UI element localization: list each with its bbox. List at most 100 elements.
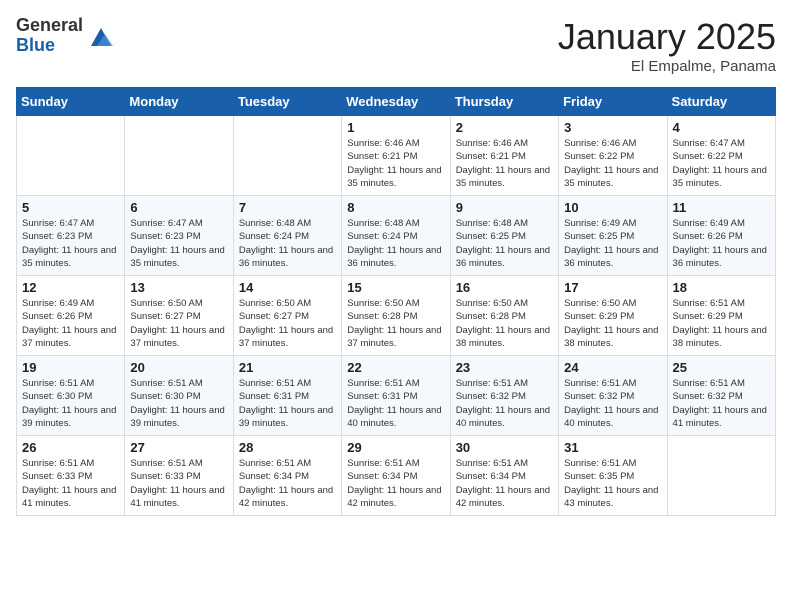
header-sunday: Sunday — [17, 88, 125, 116]
calendar-cell: 19 Sunrise: 6:51 AM Sunset: 6:30 PM Dayli… — [17, 356, 125, 436]
week-row-4: 19 Sunrise: 6:51 AM Sunset: 6:30 PM Dayli… — [17, 356, 776, 436]
day-number: 28 — [239, 440, 336, 455]
calendar-cell: 1 Sunrise: 6:46 AM Sunset: 6:21 PM Daylig… — [342, 116, 450, 196]
week-row-3: 12 Sunrise: 6:49 AM Sunset: 6:26 PM Dayli… — [17, 276, 776, 356]
day-number: 18 — [673, 280, 770, 295]
day-info: Sunrise: 6:49 AM Sunset: 6:25 PM Dayligh… — [564, 217, 661, 270]
day-number: 14 — [239, 280, 336, 295]
month-title: January 2025 — [558, 16, 776, 58]
title-block: January 2025 El Empalme, Panama — [558, 16, 776, 75]
calendar-cell: 14Sunrise: 6:50 AM Sunset: 6:27 PM Dayli… — [233, 276, 341, 356]
calendar-cell: 21Sunrise: 6:51 AM Sunset: 6:31 PM Dayli… — [233, 356, 341, 436]
day-info: Sunrise: 6:49 AM Sunset: 6:26 PM Dayligh… — [22, 297, 119, 350]
calendar-cell: 9 Sunrise: 6:48 AM Sunset: 6:25 PM Daylig… — [450, 196, 558, 276]
calendar-cell: 8 Sunrise: 6:48 AM Sunset: 6:24 PM Daylig… — [342, 196, 450, 276]
day-number: 10 — [564, 200, 661, 215]
day-info: Sunrise: 6:51 AM Sunset: 6:33 PM Dayligh… — [22, 457, 119, 510]
day-number: 19 — [22, 360, 119, 375]
day-number: 26 — [22, 440, 119, 455]
header-saturday: Saturday — [667, 88, 775, 116]
day-info: Sunrise: 6:47 AM Sunset: 6:23 PM Dayligh… — [22, 217, 119, 270]
day-number: 15 — [347, 280, 444, 295]
calendar-cell: 22Sunrise: 6:51 AM Sunset: 6:31 PM Dayli… — [342, 356, 450, 436]
calendar-cell: 3 Sunrise: 6:46 AM Sunset: 6:22 PM Daylig… — [559, 116, 667, 196]
calendar-cell: 31Sunrise: 6:51 AM Sunset: 6:35 PM Dayli… — [559, 436, 667, 516]
day-info: Sunrise: 6:46 AM Sunset: 6:22 PM Dayligh… — [564, 137, 661, 190]
day-number: 22 — [347, 360, 444, 375]
calendar-cell: 29Sunrise: 6:51 AM Sunset: 6:34 PM Dayli… — [342, 436, 450, 516]
day-number: 3 — [564, 120, 661, 135]
calendar-cell: 28Sunrise: 6:51 AM Sunset: 6:34 PM Dayli… — [233, 436, 341, 516]
header-tuesday: Tuesday — [233, 88, 341, 116]
day-number: 31 — [564, 440, 661, 455]
calendar-cell: 4Sunrise: 6:47 AM Sunset: 6:22 PM Daylig… — [667, 116, 775, 196]
day-info: Sunrise: 6:46 AM Sunset: 6:21 PM Dayligh… — [456, 137, 553, 190]
day-info: Sunrise: 6:50 AM Sunset: 6:28 PM Dayligh… — [456, 297, 553, 350]
day-number: 6 — [130, 200, 227, 215]
calendar-cell: 7 Sunrise: 6:48 AM Sunset: 6:24 PM Daylig… — [233, 196, 341, 276]
calendar-cell: 24Sunrise: 6:51 AM Sunset: 6:32 PM Dayli… — [559, 356, 667, 436]
calendar-cell: 17 Sunrise: 6:50 AM Sunset: 6:29 PM Dayli… — [559, 276, 667, 356]
logo-blue: Blue — [16, 36, 83, 56]
calendar-cell: 20Sunrise: 6:51 AM Sunset: 6:30 PM Dayli… — [125, 356, 233, 436]
header-thursday: Thursday — [450, 88, 558, 116]
day-number: 13 — [130, 280, 227, 295]
day-info: Sunrise: 6:49 AM Sunset: 6:26 PM Dayligh… — [673, 217, 770, 270]
day-number: 7 — [239, 200, 336, 215]
day-number: 30 — [456, 440, 553, 455]
calendar-cell: 15 Sunrise: 6:50 AM Sunset: 6:28 PM Dayli… — [342, 276, 450, 356]
day-info: Sunrise: 6:51 AM Sunset: 6:29 PM Dayligh… — [673, 297, 770, 350]
day-number: 8 — [347, 200, 444, 215]
week-row-1: 1 Sunrise: 6:46 AM Sunset: 6:21 PM Daylig… — [17, 116, 776, 196]
header-friday: Friday — [559, 88, 667, 116]
calendar-table: SundayMondayTuesdayWednesdayThursdayFrid… — [16, 87, 776, 516]
day-info: Sunrise: 6:47 AM Sunset: 6:22 PM Dayligh… — [673, 137, 770, 190]
day-number: 21 — [239, 360, 336, 375]
day-number: 17 — [564, 280, 661, 295]
day-number: 9 — [456, 200, 553, 215]
location: El Empalme, Panama — [558, 58, 776, 75]
day-info: Sunrise: 6:47 AM Sunset: 6:23 PM Dayligh… — [130, 217, 227, 270]
day-info: Sunrise: 6:50 AM Sunset: 6:28 PM Dayligh… — [347, 297, 444, 350]
calendar-cell — [667, 436, 775, 516]
logo-icon — [87, 22, 115, 50]
logo: General Blue — [16, 16, 115, 56]
day-info: Sunrise: 6:48 AM Sunset: 6:24 PM Dayligh… — [239, 217, 336, 270]
calendar-cell: 10 Sunrise: 6:49 AM Sunset: 6:25 PM Dayli… — [559, 196, 667, 276]
day-number: 25 — [673, 360, 770, 375]
day-info: Sunrise: 6:48 AM Sunset: 6:25 PM Dayligh… — [456, 217, 553, 270]
day-info: Sunrise: 6:51 AM Sunset: 6:34 PM Dayligh… — [347, 457, 444, 510]
calendar-cell — [125, 116, 233, 196]
day-number: 27 — [130, 440, 227, 455]
logo-text: General Blue — [16, 16, 83, 56]
day-info: Sunrise: 6:46 AM Sunset: 6:21 PM Dayligh… — [347, 137, 444, 190]
calendar-cell: 25 Sunrise: 6:51 AM Sunset: 6:32 PM Dayli… — [667, 356, 775, 436]
day-number: 12 — [22, 280, 119, 295]
calendar-cell: 6 Sunrise: 6:47 AM Sunset: 6:23 PM Daylig… — [125, 196, 233, 276]
day-number: 1 — [347, 120, 444, 135]
day-info: Sunrise: 6:48 AM Sunset: 6:24 PM Dayligh… — [347, 217, 444, 270]
calendar-cell: 13Sunrise: 6:50 AM Sunset: 6:27 PM Dayli… — [125, 276, 233, 356]
header-wednesday: Wednesday — [342, 88, 450, 116]
calendar-cell: 18 Sunrise: 6:51 AM Sunset: 6:29 PM Dayli… — [667, 276, 775, 356]
day-info: Sunrise: 6:51 AM Sunset: 6:30 PM Dayligh… — [22, 377, 119, 430]
day-number: 23 — [456, 360, 553, 375]
header-monday: Monday — [125, 88, 233, 116]
day-number: 5 — [22, 200, 119, 215]
day-number: 16 — [456, 280, 553, 295]
day-info: Sunrise: 6:51 AM Sunset: 6:34 PM Dayligh… — [456, 457, 553, 510]
calendar-cell: 5 Sunrise: 6:47 AM Sunset: 6:23 PM Daylig… — [17, 196, 125, 276]
calendar-cell: 27Sunrise: 6:51 AM Sunset: 6:33 PM Dayli… — [125, 436, 233, 516]
calendar-cell: 26 Sunrise: 6:51 AM Sunset: 6:33 PM Dayli… — [17, 436, 125, 516]
day-number: 11 — [673, 200, 770, 215]
calendar-header-row: SundayMondayTuesdayWednesdayThursdayFrid… — [17, 88, 776, 116]
calendar-cell: 2Sunrise: 6:46 AM Sunset: 6:21 PM Daylig… — [450, 116, 558, 196]
day-info: Sunrise: 6:50 AM Sunset: 6:29 PM Dayligh… — [564, 297, 661, 350]
day-info: Sunrise: 6:51 AM Sunset: 6:32 PM Dayligh… — [564, 377, 661, 430]
calendar-cell: 12 Sunrise: 6:49 AM Sunset: 6:26 PM Dayli… — [17, 276, 125, 356]
day-info: Sunrise: 6:51 AM Sunset: 6:32 PM Dayligh… — [673, 377, 770, 430]
calendar-cell: 23 Sunrise: 6:51 AM Sunset: 6:32 PM Dayli… — [450, 356, 558, 436]
calendar-cell: 30 Sunrise: 6:51 AM Sunset: 6:34 PM Dayli… — [450, 436, 558, 516]
day-info: Sunrise: 6:51 AM Sunset: 6:32 PM Dayligh… — [456, 377, 553, 430]
day-info: Sunrise: 6:51 AM Sunset: 6:30 PM Dayligh… — [130, 377, 227, 430]
